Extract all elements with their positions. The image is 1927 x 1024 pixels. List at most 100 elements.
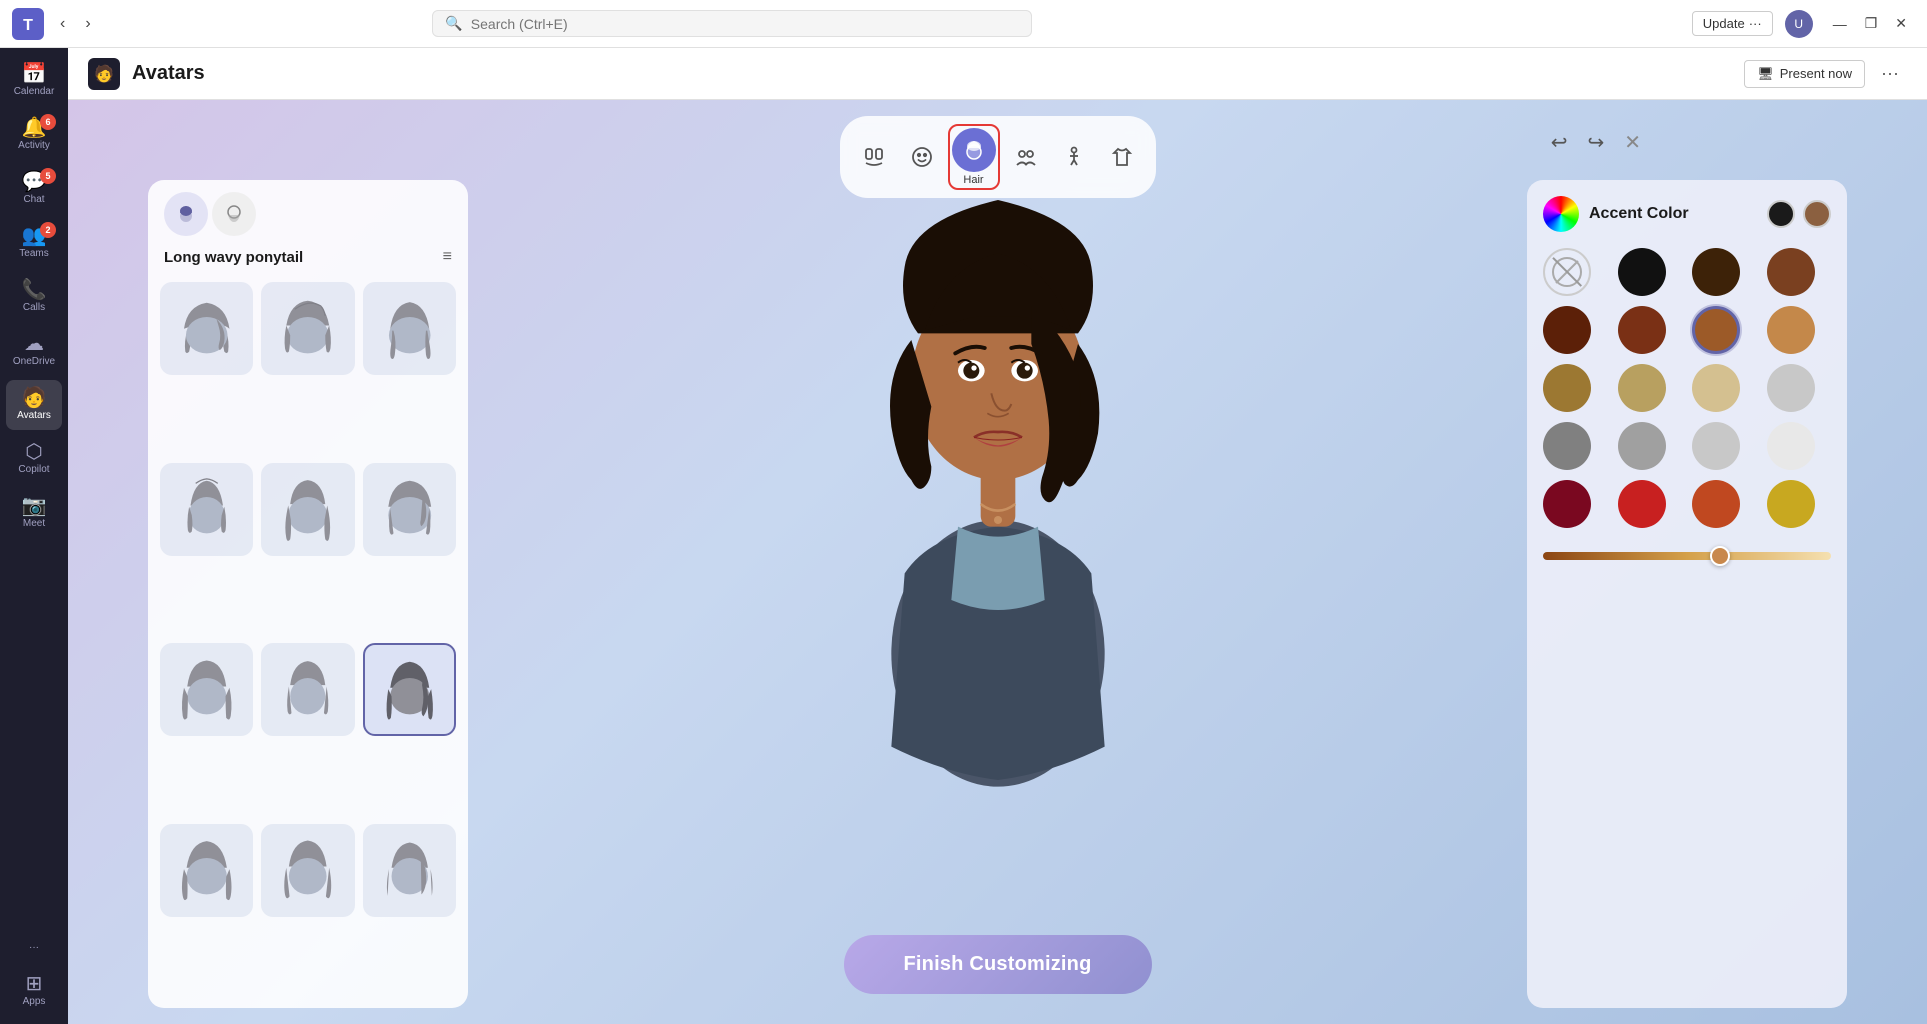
sidebar-label-avatars: Avatars	[17, 410, 51, 422]
svg-text:T: T	[23, 17, 33, 34]
selected-color-2	[1803, 200, 1831, 228]
sidebar-item-calendar[interactable]: 📅 Calendar	[6, 56, 62, 106]
color-swatch-auburnbrown[interactable]	[1692, 306, 1740, 354]
hair-style-item-12[interactable]	[363, 824, 456, 917]
search-icon: 🔍	[445, 15, 462, 32]
teams-logo: T	[12, 8, 44, 40]
meet-icon: 📷	[22, 496, 47, 516]
hair-style-item-4[interactable]	[160, 463, 253, 556]
color-swatch-lightblonde[interactable]	[1767, 364, 1815, 412]
color-swatch-darkchestnut[interactable]	[1543, 306, 1591, 354]
finish-label: Finish Customizing	[903, 953, 1091, 975]
sidebar-item-apps[interactable]: ⊞ Apps	[6, 966, 62, 1016]
sidebar-label-copilot: Copilot	[18, 464, 49, 476]
minimize-button[interactable]: —	[1825, 11, 1855, 36]
sidebar-item-meet[interactable]: 📷 Meet	[6, 488, 62, 538]
close-customization-button[interactable]: ✕	[1618, 124, 1647, 161]
activity-badge: 6	[40, 114, 56, 130]
color-grid	[1543, 248, 1831, 528]
color-swatch-blonde[interactable]	[1692, 364, 1740, 412]
hair-style-item-1[interactable]	[160, 282, 253, 375]
redo-button[interactable]: ↪	[1581, 124, 1610, 161]
selected-colors	[1767, 200, 1831, 228]
app-icon: 🧑	[88, 58, 120, 90]
color-swatch-brown[interactable]	[1767, 248, 1815, 296]
panel-title-row: Long wavy ponytail ≡	[148, 236, 468, 274]
left-panel-tabs	[148, 180, 468, 236]
color-swatch-darkgray[interactable]	[1543, 422, 1591, 470]
search-bar: 🔍	[432, 10, 1032, 37]
hair-style-item-11[interactable]	[261, 824, 354, 917]
hair-style-item-3[interactable]	[363, 282, 456, 375]
user-avatar[interactable]: U	[1785, 10, 1813, 38]
color-slider-thumb[interactable]	[1710, 546, 1730, 566]
color-swatch-auburn[interactable]	[1692, 480, 1740, 528]
sidebar-label-teams: Teams	[19, 248, 48, 260]
update-label: Update	[1703, 16, 1745, 31]
app-header-right: 🖥 Present now ···	[1744, 59, 1907, 88]
sidebar-item-chat[interactable]: 💬 Chat 5	[6, 164, 62, 214]
hair-style-item-10[interactable]	[160, 824, 253, 917]
sidebar-item-teams[interactable]: 👥 Teams 2	[6, 218, 62, 268]
sidebar-label-calendar: Calendar	[14, 86, 55, 98]
color-swatch-darkbrown[interactable]	[1692, 248, 1740, 296]
undo-button[interactable]: ↩	[1545, 124, 1574, 161]
sidebar-item-avatars[interactable]: 🧑 Avatars	[6, 380, 62, 430]
color-swatch-gold[interactable]	[1767, 480, 1815, 528]
color-swatch-lightbrown[interactable]	[1767, 306, 1815, 354]
app-title: Avatars	[132, 62, 205, 85]
filter-button[interactable]: ≡	[443, 248, 452, 266]
close-button[interactable]: ✕	[1887, 11, 1915, 36]
color-swatch-none[interactable]	[1543, 248, 1591, 296]
maximize-button[interactable]: ❐	[1857, 11, 1886, 36]
color-swatch-goldbrown[interactable]	[1543, 364, 1591, 412]
sidebar-item-activity[interactable]: 🔔 Activity 6	[6, 110, 62, 160]
sidebar-item-onedrive[interactable]: ☁ OneDrive	[6, 326, 62, 376]
hair-style-item-5[interactable]	[261, 463, 354, 556]
teams-badge: 2	[40, 222, 56, 238]
color-swatch-gray[interactable]	[1618, 422, 1666, 470]
update-button[interactable]: Update ···	[1692, 11, 1773, 36]
color-swatch-white[interactable]	[1767, 422, 1815, 470]
present-label: Present now	[1780, 66, 1852, 81]
calendar-icon: 📅	[22, 64, 47, 84]
hair-style-item-9[interactable]	[363, 643, 456, 736]
sidebar-label-activity: Activity	[18, 140, 50, 152]
right-panel-header: Accent Color	[1543, 196, 1831, 232]
present-icon: 🖥	[1757, 66, 1774, 82]
header-more-button[interactable]: ···	[1873, 59, 1907, 88]
hair-style-item-2[interactable]	[261, 282, 354, 375]
hair-style-item-8[interactable]	[261, 643, 354, 736]
avatars-icon: 🧑	[22, 388, 47, 408]
color-swatch-darkred[interactable]	[1543, 480, 1591, 528]
sidebar-label-calls: Calls	[23, 302, 45, 314]
color-swatch-chestnut[interactable]	[1618, 306, 1666, 354]
beard-tab[interactable]	[212, 192, 256, 236]
panel-title: Long wavy ponytail	[164, 249, 303, 266]
selected-color-1	[1767, 200, 1795, 228]
nav-buttons: ‹ ›	[52, 11, 99, 37]
hair-style-item-6[interactable]	[363, 463, 456, 556]
hair-head-tab[interactable]	[164, 192, 208, 236]
back-button[interactable]: ‹	[52, 11, 73, 37]
forward-button[interactable]: ›	[77, 11, 98, 37]
slider-row	[1543, 544, 1831, 568]
finish-customizing-button[interactable]: Finish Customizing	[843, 935, 1151, 994]
title-bar-right: Update ··· U — ❐ ✕	[1692, 10, 1915, 38]
copilot-icon: ⬡	[25, 442, 42, 462]
present-now-button[interactable]: 🖥 Present now	[1744, 60, 1865, 88]
main-layout: 📅 Calendar 🔔 Activity 6 💬 Chat 5 👥 Teams…	[0, 48, 1927, 1024]
hair-style-item-7[interactable]	[160, 643, 253, 736]
color-swatch-black[interactable]	[1618, 248, 1666, 296]
sidebar-item-copilot[interactable]: ⬡ Copilot	[6, 434, 62, 484]
color-swatch-lightgray[interactable]	[1692, 422, 1740, 470]
right-panel: Accent Color	[1527, 180, 1847, 1008]
color-swatch-red[interactable]	[1618, 480, 1666, 528]
title-bar: T ‹ › 🔍 Update ··· U — ❐ ✕	[0, 0, 1927, 48]
color-swatch-darkblonde[interactable]	[1618, 364, 1666, 412]
color-slider-track[interactable]	[1543, 552, 1831, 560]
content-area: 🧑 Avatars 🖥 Present now ···	[68, 48, 1927, 1024]
search-input[interactable]	[471, 16, 1020, 32]
sidebar-item-more[interactable]: ···	[6, 934, 62, 962]
sidebar-item-calls[interactable]: 📞 Calls	[6, 272, 62, 322]
